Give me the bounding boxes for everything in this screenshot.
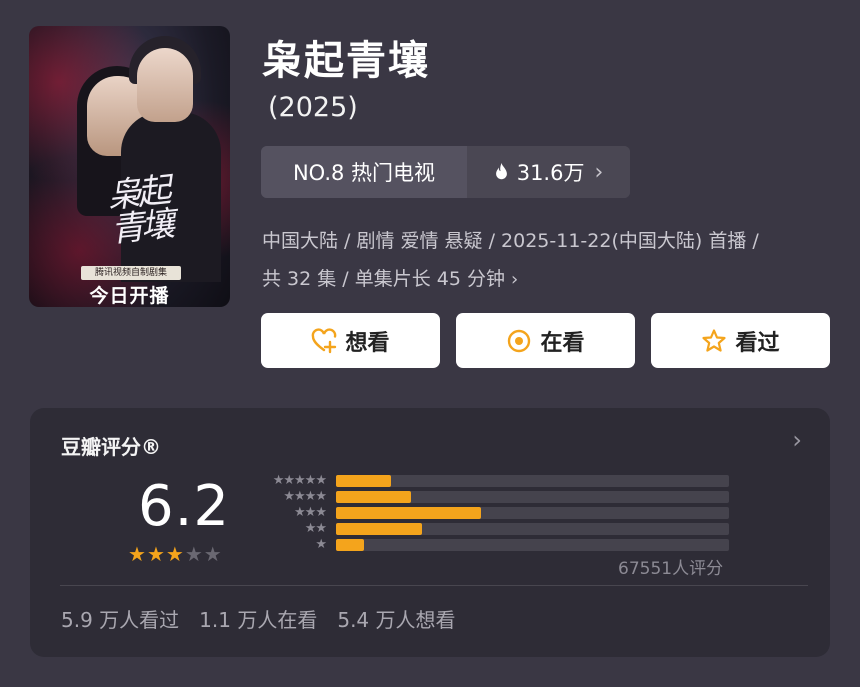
distribution-bar (336, 539, 364, 551)
chevron-right-icon: › (594, 159, 604, 185)
divider (60, 585, 808, 586)
watched-label: 看过 (735, 330, 780, 356)
stat-watched[interactable]: 5.9 万人看过 (61, 604, 179, 633)
rank-banner[interactable]: NO.8 热门电视 31.6万 › (261, 146, 630, 198)
distribution-track (336, 507, 729, 519)
meta-line-1: 中国大陆 / 剧情 爱情 悬疑 / 2025-11-22(中国大陆) 首播 / (262, 230, 759, 252)
poster-image[interactable]: 枭起青壤 腾讯视频自制剧集 今日开播 (29, 26, 230, 307)
poster-figure-face-2 (137, 48, 193, 122)
heat-section[interactable]: 31.6万 › (467, 146, 630, 198)
rank-label: NO.8 热门电视 (261, 146, 467, 198)
distribution-star-label: ★★★★★ (272, 473, 327, 488)
star-filled-icon: ★ (128, 542, 146, 566)
distribution-track (336, 491, 729, 503)
distribution-star-label: ★★★★ (283, 489, 327, 504)
target-icon (508, 329, 531, 352)
distribution-bar (336, 475, 392, 487)
stat-watching[interactable]: 1.1 万人在看 (199, 604, 317, 633)
show-meta[interactable]: 中国大陆 / 剧情 爱情 悬疑 / 2025-11-22(中国大陆) 首播 / … (262, 222, 842, 299)
page-title: 枭起青壤 (262, 38, 430, 84)
poster-premiere-text: 今日开播 (89, 285, 170, 307)
star-empty-icon: ★ (184, 542, 203, 566)
poster-calligraphy: 枭起青壤 (105, 170, 173, 251)
heat-value: 31.6万 (516, 161, 585, 185)
star-empty-icon: ★ (203, 542, 222, 566)
rating-card[interactable]: 豆瓣评分® › 6.2 ★ ★ ★ ★ ★ ★★★★★ ★★★★ ★★★ ★★ ★ 67551人… (30, 408, 830, 657)
distribution-star-label: ★ (315, 537, 327, 552)
watched-button[interactable]: 看过 (651, 313, 830, 368)
star-outline-icon (702, 328, 727, 352)
want-to-watch-label: 想看 (345, 330, 390, 356)
watching-button[interactable]: 在看 (456, 313, 635, 368)
rating-stars: ★ ★ ★ ★ ★ (128, 544, 222, 564)
want-to-watch-button[interactable]: 想看 (261, 313, 440, 368)
distribution-bar (336, 507, 482, 519)
distribution-track (336, 475, 729, 487)
chevron-right-icon[interactable]: › (792, 426, 802, 454)
distribution-bar (336, 523, 423, 535)
distribution-row: ★★★ (256, 505, 729, 520)
rating-count: 67551人评分 (618, 559, 724, 579)
audience-stats: 5.9 万人看过 1.1 万人在看 5.4 万人想看 (61, 604, 456, 633)
distribution-bar (336, 491, 411, 503)
stat-want[interactable]: 5.4 万人想看 (337, 604, 455, 633)
distribution-row: ★★★★ (256, 489, 729, 504)
fire-icon (495, 163, 507, 180)
star-filled-icon: ★ (146, 542, 165, 566)
distribution-row: ★★★★★ (256, 473, 729, 488)
distribution-track (336, 539, 729, 551)
distribution-star-label: ★★★ (294, 505, 327, 520)
distribution-star-label: ★★ (304, 521, 327, 536)
distribution-track (336, 523, 729, 535)
rating-label: 豆瓣评分® (61, 435, 161, 459)
chevron-right-icon: › (511, 269, 519, 290)
heart-plus-icon (312, 327, 337, 353)
distribution-row: ★ (256, 537, 729, 552)
poster-platform-tag: 腾讯视频自制剧集 (81, 266, 181, 280)
star-filled-icon: ★ (165, 542, 184, 566)
rating-score: 6.2 (138, 474, 231, 539)
release-year: (2025) (268, 92, 358, 123)
distribution-row: ★★ (256, 521, 729, 536)
meta-line-2: 共 32 集 / 单集片长 45 分钟 (262, 268, 505, 290)
watching-label: 在看 (540, 330, 585, 356)
